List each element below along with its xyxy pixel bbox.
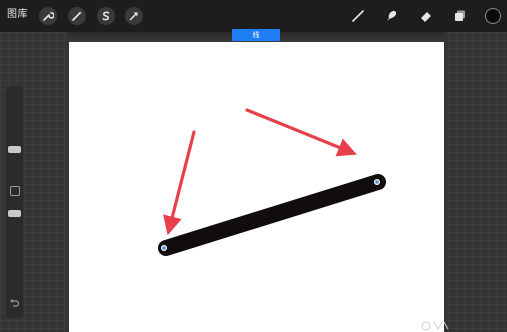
eraser-tool-button[interactable] <box>416 6 436 26</box>
transform-arrow-icon <box>129 12 138 21</box>
quickshape-line-label[interactable]: 线 <box>232 29 280 41</box>
annotation-arrow-right <box>245 108 357 157</box>
top-toolbar: 图库 <box>0 0 507 32</box>
selection-s-icon <box>102 11 110 21</box>
selection-button[interactable] <box>97 7 115 25</box>
wrench-icon <box>43 12 54 21</box>
layers-icon <box>455 10 465 21</box>
transform-button[interactable] <box>125 7 143 25</box>
color-picker-button[interactable] <box>485 8 501 24</box>
magic-wand-icon <box>72 11 82 21</box>
line-start-node-dot <box>162 246 166 250</box>
layers-button[interactable] <box>450 6 470 26</box>
procreate-app: 图库 线 <box>0 0 507 332</box>
left-sidebar <box>6 86 23 318</box>
gallery-button[interactable]: 图库 <box>7 8 28 22</box>
smudge-tool-button[interactable] <box>381 6 401 26</box>
smudge-icon <box>387 10 397 21</box>
brush-icon <box>352 10 364 22</box>
opacity-slider[interactable] <box>8 210 21 217</box>
drawn-line-stroke[interactable] <box>158 174 386 256</box>
canvas-artwork <box>158 108 386 256</box>
adjustments-button[interactable] <box>68 7 86 25</box>
actions-button[interactable] <box>39 7 57 25</box>
annotation-arrow-left <box>163 130 196 236</box>
watermark-logo <box>421 321 449 331</box>
modify-button[interactable] <box>10 186 20 196</box>
brush-tool-button[interactable] <box>348 6 368 26</box>
line-end-node-dot <box>375 180 379 184</box>
eraser-icon <box>421 12 431 22</box>
brush-size-slider[interactable] <box>8 146 21 153</box>
undo-icon[interactable] <box>9 298 19 308</box>
drawing-canvas[interactable] <box>69 42 444 332</box>
